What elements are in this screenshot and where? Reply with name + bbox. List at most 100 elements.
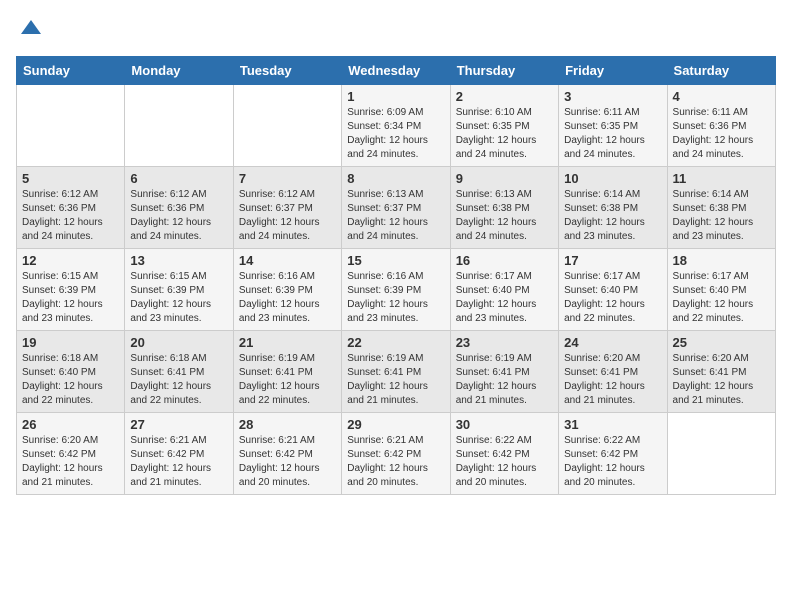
day-info: Sunrise: 6:14 AM Sunset: 6:38 PM Dayligh… bbox=[564, 188, 661, 244]
calendar-cell: 29 Sunrise: 6:21 AM Sunset: 6:42 PM Dayli… bbox=[342, 413, 450, 495]
day-number: 15 bbox=[347, 253, 444, 268]
day-number: 20 bbox=[130, 335, 227, 350]
day-info: Sunrise: 6:19 AM Sunset: 6:41 PM Dayligh… bbox=[347, 352, 444, 408]
day-number: 7 bbox=[239, 171, 336, 186]
weekday-header-wednesday: Wednesday bbox=[342, 57, 450, 85]
day-number: 5 bbox=[22, 171, 119, 186]
day-number: 2 bbox=[456, 89, 553, 104]
day-info: Sunrise: 6:17 AM Sunset: 6:40 PM Dayligh… bbox=[564, 270, 661, 326]
day-number: 17 bbox=[564, 253, 661, 268]
calendar-cell: 22Sunrise: 6:19 AM Sunset: 6:41 PM Dayli… bbox=[342, 331, 450, 413]
day-info: Sunrise: 6:12 AM Sunset: 6:36 PM Dayligh… bbox=[22, 188, 119, 244]
calendar-cell: 28Sunrise: 6:21 AM Sunset: 6:42 PM Dayli… bbox=[233, 413, 341, 495]
calendar-cell: 13 Sunrise: 6:15 AM Sunset: 6:39 PM Dayli… bbox=[125, 249, 233, 331]
calendar-cell: 10 Sunrise: 6:14 AM Sunset: 6:38 PM Dayli… bbox=[559, 167, 667, 249]
calendar-cell: 26 Sunrise: 6:20 AM Sunset: 6:42 PM Dayli… bbox=[17, 413, 125, 495]
day-number: 11 bbox=[673, 171, 770, 186]
day-number: 13 bbox=[130, 253, 227, 268]
day-number: 25 bbox=[673, 335, 770, 350]
day-info: Sunrise: 6:22 AM Sunset: 6:42 PM Dayligh… bbox=[456, 434, 553, 490]
calendar-cell: 1 Sunrise: 6:09 AM Sunset: 6:34 PM Daylig… bbox=[342, 85, 450, 167]
day-number: 30 bbox=[456, 417, 553, 432]
calendar-cell: 31 Sunrise: 6:22 AM Sunset: 6:42 PM Dayli… bbox=[559, 413, 667, 495]
day-info: Sunrise: 6:12 AM Sunset: 6:36 PM Dayligh… bbox=[130, 188, 227, 244]
day-number: 10 bbox=[564, 171, 661, 186]
calendar-cell: 17 Sunrise: 6:17 AM Sunset: 6:40 PM Dayli… bbox=[559, 249, 667, 331]
calendar-cell bbox=[17, 85, 125, 167]
weekday-header-monday: Monday bbox=[125, 57, 233, 85]
day-number: 3 bbox=[564, 89, 661, 104]
calendar-cell: 2 Sunrise: 6:10 AM Sunset: 6:35 PM Daylig… bbox=[450, 85, 558, 167]
calendar-cell: 18 Sunrise: 6:17 AM Sunset: 6:40 PM Dayli… bbox=[667, 249, 775, 331]
weekday-header-tuesday: Tuesday bbox=[233, 57, 341, 85]
day-info: Sunrise: 6:17 AM Sunset: 6:40 PM Dayligh… bbox=[456, 270, 553, 326]
day-number: 19 bbox=[22, 335, 119, 350]
day-number: 6 bbox=[130, 171, 227, 186]
weekday-header-thursday: Thursday bbox=[450, 57, 558, 85]
day-info: Sunrise: 6:16 AM Sunset: 6:39 PM Dayligh… bbox=[239, 270, 336, 326]
day-info: Sunrise: 6:19 AM Sunset: 6:41 PM Dayligh… bbox=[456, 352, 553, 408]
weekday-header-sunday: Sunday bbox=[17, 57, 125, 85]
logo-icon bbox=[17, 16, 45, 44]
day-number: 18 bbox=[673, 253, 770, 268]
calendar-cell bbox=[233, 85, 341, 167]
day-info: Sunrise: 6:20 AM Sunset: 6:41 PM Dayligh… bbox=[564, 352, 661, 408]
day-info: Sunrise: 6:20 AM Sunset: 6:41 PM Dayligh… bbox=[673, 352, 770, 408]
day-info: Sunrise: 6:13 AM Sunset: 6:38 PM Dayligh… bbox=[456, 188, 553, 244]
day-info: Sunrise: 6:15 AM Sunset: 6:39 PM Dayligh… bbox=[22, 270, 119, 326]
day-number: 12 bbox=[22, 253, 119, 268]
calendar-cell: 9 Sunrise: 6:13 AM Sunset: 6:38 PM Daylig… bbox=[450, 167, 558, 249]
calendar-week-row: 26 Sunrise: 6:20 AM Sunset: 6:42 PM Dayli… bbox=[17, 413, 776, 495]
calendar-cell: 15Sunrise: 6:16 AM Sunset: 6:39 PM Dayli… bbox=[342, 249, 450, 331]
calendar-cell: 8 Sunrise: 6:13 AM Sunset: 6:37 PM Daylig… bbox=[342, 167, 450, 249]
calendar-cell: 20 Sunrise: 6:18 AM Sunset: 6:41 PM Dayli… bbox=[125, 331, 233, 413]
day-number: 31 bbox=[564, 417, 661, 432]
day-number: 9 bbox=[456, 171, 553, 186]
day-number: 16 bbox=[456, 253, 553, 268]
day-number: 29 bbox=[347, 417, 444, 432]
calendar-cell: 23 Sunrise: 6:19 AM Sunset: 6:41 PM Dayli… bbox=[450, 331, 558, 413]
calendar-cell: 7 Sunrise: 6:12 AM Sunset: 6:37 PM Daylig… bbox=[233, 167, 341, 249]
calendar-week-row: 5 Sunrise: 6:12 AM Sunset: 6:36 PM Daylig… bbox=[17, 167, 776, 249]
day-info: Sunrise: 6:18 AM Sunset: 6:41 PM Dayligh… bbox=[130, 352, 227, 408]
day-info: Sunrise: 6:13 AM Sunset: 6:37 PM Dayligh… bbox=[347, 188, 444, 244]
calendar-cell: 6 Sunrise: 6:12 AM Sunset: 6:36 PM Daylig… bbox=[125, 167, 233, 249]
calendar-cell bbox=[125, 85, 233, 167]
day-info: Sunrise: 6:22 AM Sunset: 6:42 PM Dayligh… bbox=[564, 434, 661, 490]
calendar-cell: 14Sunrise: 6:16 AM Sunset: 6:39 PM Dayli… bbox=[233, 249, 341, 331]
calendar-cell: 27 Sunrise: 6:21 AM Sunset: 6:42 PM Dayli… bbox=[125, 413, 233, 495]
calendar-table: SundayMondayTuesdayWednesdayThursdayFrid… bbox=[16, 56, 776, 495]
day-number: 24 bbox=[564, 335, 661, 350]
day-info: Sunrise: 6:21 AM Sunset: 6:42 PM Dayligh… bbox=[347, 434, 444, 490]
calendar-cell: 24 Sunrise: 6:20 AM Sunset: 6:41 PM Dayli… bbox=[559, 331, 667, 413]
calendar-cell: 25 Sunrise: 6:20 AM Sunset: 6:41 PM Dayli… bbox=[667, 331, 775, 413]
day-number: 23 bbox=[456, 335, 553, 350]
day-info: Sunrise: 6:12 AM Sunset: 6:37 PM Dayligh… bbox=[239, 188, 336, 244]
day-info: Sunrise: 6:14 AM Sunset: 6:38 PM Dayligh… bbox=[673, 188, 770, 244]
day-info: Sunrise: 6:18 AM Sunset: 6:40 PM Dayligh… bbox=[22, 352, 119, 408]
weekday-header-row: SundayMondayTuesdayWednesdayThursdayFrid… bbox=[17, 57, 776, 85]
calendar-cell: 4Sunrise: 6:11 AM Sunset: 6:36 PM Daylig… bbox=[667, 85, 775, 167]
logo bbox=[16, 16, 46, 44]
day-info: Sunrise: 6:10 AM Sunset: 6:35 PM Dayligh… bbox=[456, 106, 553, 162]
weekday-header-friday: Friday bbox=[559, 57, 667, 85]
calendar-cell: 12 Sunrise: 6:15 AM Sunset: 6:39 PM Dayli… bbox=[17, 249, 125, 331]
weekday-header-saturday: Saturday bbox=[667, 57, 775, 85]
day-number: 27 bbox=[130, 417, 227, 432]
day-info: Sunrise: 6:19 AM Sunset: 6:41 PM Dayligh… bbox=[239, 352, 336, 408]
day-info: Sunrise: 6:20 AM Sunset: 6:42 PM Dayligh… bbox=[22, 434, 119, 490]
day-info: Sunrise: 6:15 AM Sunset: 6:39 PM Dayligh… bbox=[130, 270, 227, 326]
page-header bbox=[16, 16, 776, 44]
day-info: Sunrise: 6:17 AM Sunset: 6:40 PM Dayligh… bbox=[673, 270, 770, 326]
day-number: 8 bbox=[347, 171, 444, 186]
calendar-week-row: 19 Sunrise: 6:18 AM Sunset: 6:40 PM Dayli… bbox=[17, 331, 776, 413]
day-number: 26 bbox=[22, 417, 119, 432]
day-number: 21 bbox=[239, 335, 336, 350]
calendar-cell: 16 Sunrise: 6:17 AM Sunset: 6:40 PM Dayli… bbox=[450, 249, 558, 331]
calendar-week-row: 1 Sunrise: 6:09 AM Sunset: 6:34 PM Daylig… bbox=[17, 85, 776, 167]
day-info: Sunrise: 6:21 AM Sunset: 6:42 PM Dayligh… bbox=[130, 434, 227, 490]
day-number: 28 bbox=[239, 417, 336, 432]
day-info: Sunrise: 6:09 AM Sunset: 6:34 PM Dayligh… bbox=[347, 106, 444, 162]
calendar-cell: 5 Sunrise: 6:12 AM Sunset: 6:36 PM Daylig… bbox=[17, 167, 125, 249]
day-number: 1 bbox=[347, 89, 444, 104]
